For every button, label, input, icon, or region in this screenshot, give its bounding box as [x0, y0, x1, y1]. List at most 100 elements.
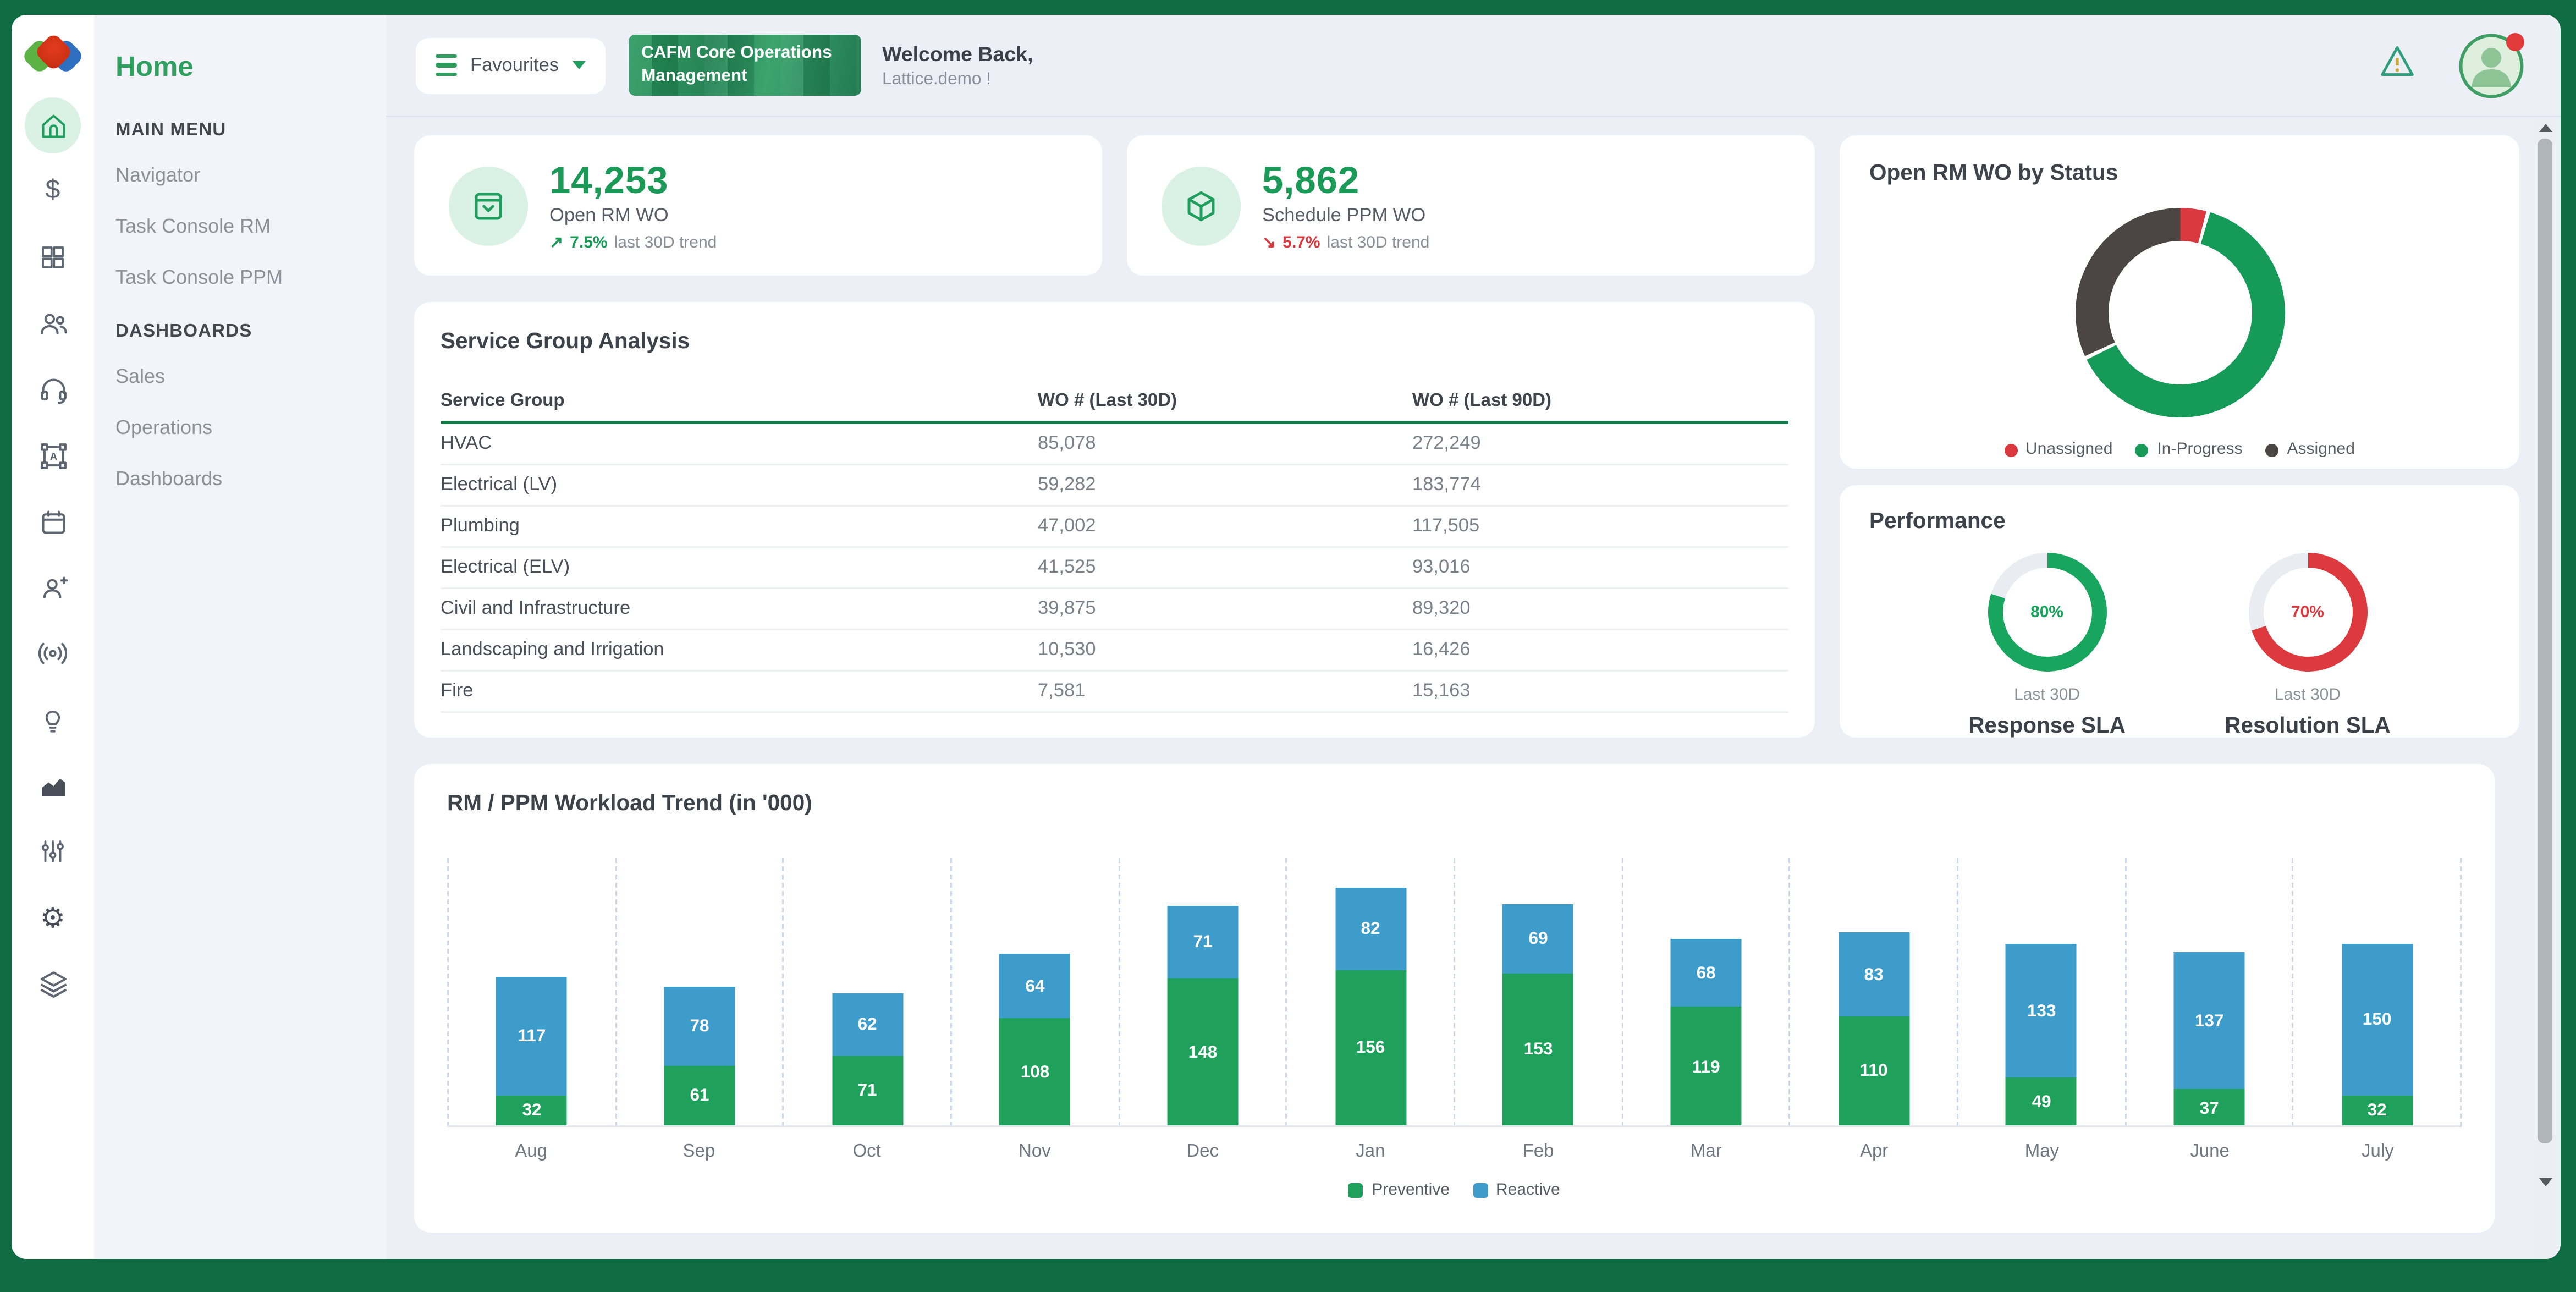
app-logo[interactable]: [25, 35, 81, 78]
scrollbar-thumb[interactable]: [2538, 139, 2553, 1143]
kpi-card-schedule-ppm-wo: 5,862 Schedule PPM WO ↘5.7% last 30D tre…: [1127, 135, 1815, 276]
gauge-percent: 70%: [2291, 603, 2324, 622]
stacked-bar-sep[interactable]: 7861: [664, 987, 735, 1127]
legend-swatch: [1473, 1183, 1488, 1198]
table-row: Landscaping and Irrigation10,53016,426: [441, 630, 1788, 672]
legend-item-in-progress[interactable]: In-Progress: [2135, 441, 2242, 459]
layers-icon[interactable]: [25, 955, 81, 1011]
reactive-segment: 69: [1503, 904, 1574, 973]
grid-icon[interactable]: [25, 229, 81, 285]
right-column: Open RM WO by Status UnassignedIn-Progre…: [1840, 135, 2519, 738]
scroll-down-arrow-icon[interactable]: [2540, 1178, 2553, 1186]
stacked-bar-aug[interactable]: 11732: [496, 977, 567, 1127]
table-cell: 39,875: [1038, 599, 1412, 619]
stacked-bar-oct[interactable]: 6271: [832, 993, 903, 1127]
stacked-bar-june[interactable]: 13737: [2174, 952, 2245, 1127]
sidebar-item-operations[interactable]: Operations: [115, 416, 386, 439]
month-label: May: [1958, 1142, 2126, 1162]
table-row: Electrical (LV)59,282183,774: [441, 465, 1788, 507]
stacked-bar-july[interactable]: 15032: [2342, 944, 2413, 1127]
preventive-segment: 108: [1000, 1018, 1071, 1127]
app-window: $ A ⚙ Home MAIN MENU Navigator Task Console …: [12, 15, 2561, 1259]
menu-heading: DASHBOARDS: [115, 322, 386, 342]
stacked-bar-dec[interactable]: 71148: [1168, 906, 1239, 1127]
bar-slot-dec: 71148: [1118, 858, 1286, 1127]
month-label: Apr: [1790, 1142, 1958, 1162]
table-cell: 59,282: [1038, 475, 1412, 495]
gauge-ring: 80%: [1988, 553, 2106, 672]
legend-item-unassigned[interactable]: Unassigned: [2004, 441, 2112, 459]
sidebar-item-task-console-ppm[interactable]: Task Console PPM: [115, 266, 386, 289]
sidebar-item-navigator[interactable]: Navigator: [115, 163, 386, 186]
legend-item-assigned[interactable]: Assigned: [2266, 441, 2355, 459]
lightbulb-icon[interactable]: [25, 691, 81, 747]
sidebar-item-task-console-rm[interactable]: Task Console RM: [115, 215, 386, 238]
headset-icon[interactable]: [25, 361, 81, 417]
user-avatar[interactable]: [2459, 32, 2525, 98]
sidebar-item-dashboards[interactable]: Dashboards: [115, 467, 386, 490]
scroll-up-arrow-icon[interactable]: [2540, 124, 2553, 132]
legend-swatch: [1348, 1183, 1363, 1198]
legend-dot: [2266, 443, 2279, 457]
workload-trend-card: RM / PPM Workload Trend (in '000) 117327…: [414, 764, 2495, 1233]
stacked-bar-apr[interactable]: 83110: [1839, 933, 1909, 1127]
favourites-button[interactable]: Favourites: [416, 37, 605, 94]
asset-frame-icon[interactable]: A: [25, 427, 81, 483]
area-chart-icon[interactable]: [25, 757, 81, 813]
open-rm-wo-by-status-card: Open RM WO by Status UnassignedIn-Progre…: [1840, 135, 2519, 469]
legend-label: Reactive: [1496, 1181, 1560, 1200]
legend-item-preventive[interactable]: Preventive: [1348, 1181, 1450, 1200]
table-cell: HVAC: [441, 434, 1038, 454]
legend-item-reactive[interactable]: Reactive: [1473, 1181, 1560, 1200]
stacked-bar-feb[interactable]: 69153: [1503, 904, 1574, 1127]
dollar-icon[interactable]: $: [25, 163, 81, 219]
icon-rail: $ A ⚙: [12, 15, 94, 1259]
calendar-icon[interactable]: [25, 493, 81, 549]
status-donut-chart[interactable]: [2075, 208, 2285, 417]
gear-icon[interactable]: ⚙: [25, 889, 81, 945]
column-header: WO # (Last 90D): [1412, 391, 1788, 410]
trend-pct: 7.5%: [570, 234, 607, 252]
trend-pct: 5.7%: [1283, 234, 1320, 252]
rail-items: $ A ⚙: [25, 97, 81, 1021]
legend-label: In-Progress: [2157, 441, 2242, 459]
sidebar-item-sales[interactable]: Sales: [115, 365, 386, 388]
reactive-segment: 82: [1335, 887, 1406, 970]
gauge-response-sla[interactable]: 80%Last 30DResponse SLA: [1968, 553, 2126, 738]
module-badge[interactable]: CAFM Core Operations Management: [628, 35, 861, 96]
stacked-bar-nov[interactable]: 64108: [1000, 954, 1071, 1127]
legend-label: Assigned: [2287, 441, 2355, 459]
table-cell: Electrical (LV): [441, 475, 1038, 495]
user-plus-icon[interactable]: [25, 559, 81, 615]
month-label: Sep: [615, 1142, 783, 1162]
month-label: Oct: [783, 1142, 951, 1162]
table-title: Service Group Analysis: [441, 328, 1788, 353]
menu-heading: MAIN MENU: [115, 120, 386, 140]
stacked-bar-mar[interactable]: 68119: [1671, 939, 1742, 1127]
page-scale-wrapper: $ A ⚙ Home MAIN MENU Navigator Task Console …: [0, 0, 2576, 1292]
module-badge-label: CAFM Core Operations Management: [641, 43, 847, 88]
gauge-percent: 80%: [2030, 603, 2063, 622]
alert-icon[interactable]: [2380, 45, 2416, 86]
main-area: Favourites CAFM Core Operations Manageme…: [386, 15, 2561, 1259]
table-row: Electrical (ELV)41,52593,016: [441, 548, 1788, 589]
bar-slot-june: 13737: [2124, 858, 2292, 1127]
kpi-label: Schedule PPM WO: [1262, 206, 1429, 226]
vertical-scrollbar[interactable]: [2535, 117, 2556, 1259]
trend-text: last 30D trend: [614, 234, 717, 252]
sliders-icon[interactable]: [25, 823, 81, 879]
gauge-resolution-sla[interactable]: 70%Last 30DResolution SLA: [2225, 553, 2391, 738]
sidebar-home-title[interactable]: Home: [115, 51, 386, 84]
users-icon[interactable]: [25, 295, 81, 351]
reactive-segment: 78: [664, 987, 735, 1066]
broadcast-icon[interactable]: [25, 625, 81, 681]
hamburger-icon: [436, 54, 457, 76]
reactive-segment: 150: [2342, 944, 2413, 1095]
stacked-bar-may[interactable]: 13349: [2006, 944, 2077, 1127]
home-icon[interactable]: [25, 97, 81, 153]
trend-up-icon: ↗: [549, 234, 563, 252]
column-header: WO # (Last 30D): [1038, 391, 1412, 410]
stacked-bar-jan[interactable]: 82156: [1335, 887, 1406, 1127]
table-cell: Fire: [441, 681, 1038, 701]
workload-stacked-bar-chart[interactable]: 11732 7861 6271 64108 71148 82156 69153 68119 83…: [447, 858, 2462, 1127]
